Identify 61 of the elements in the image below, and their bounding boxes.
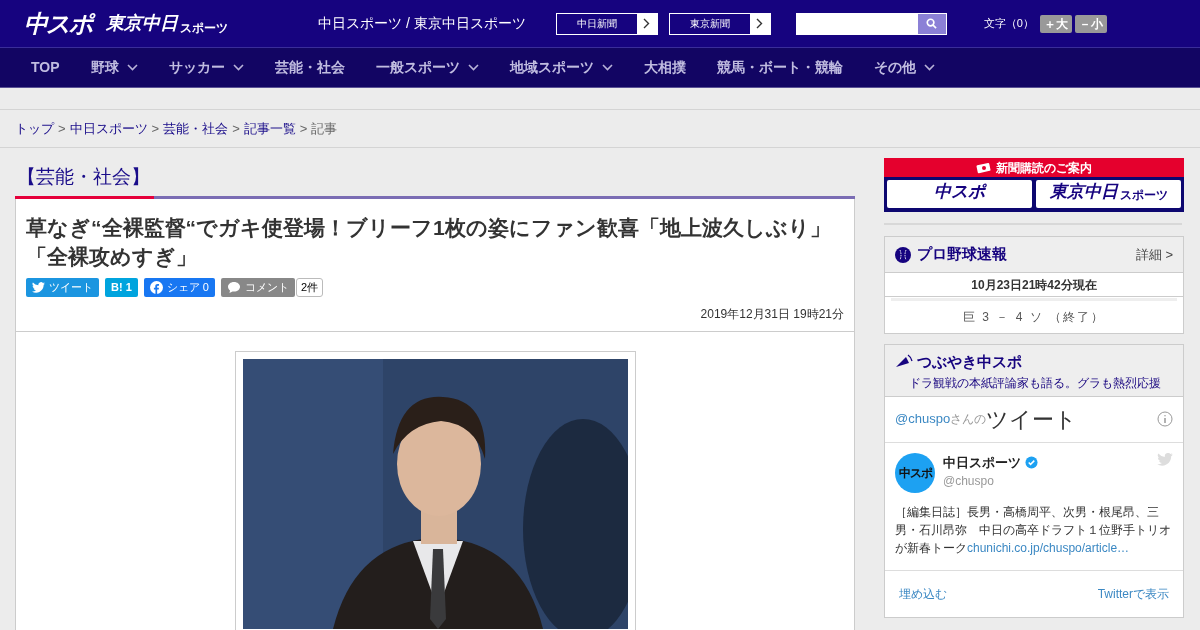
baseball-icon [895, 246, 911, 263]
panel-title: プロ野球速報 [917, 244, 1007, 265]
article-date: 2019年12月31日 19時21分 [699, 305, 844, 323]
newspaper-logo[interactable]: 中スポ [887, 180, 1032, 208]
breadcrumb-separator: > [232, 119, 240, 138]
nav-item[interactable]: 地域スポーツ [509, 57, 613, 78]
update-time: 10月23日21時42分現在 [885, 273, 1183, 297]
search-field[interactable] [795, 12, 947, 35]
info-icon[interactable] [1157, 411, 1173, 427]
chevron-down-icon [232, 64, 244, 71]
avatar-icon[interactable]: 中スポ [895, 452, 935, 493]
speech-bubble-icon [226, 280, 241, 294]
breadcrumb-link[interactable]: 中日スポーツ [69, 118, 148, 139]
nav-item[interactable]: TOP [31, 57, 60, 78]
ticket-icon [976, 161, 992, 174]
subscribe-title: 新聞購読のご案内 [996, 159, 1092, 177]
comment-button[interactable]: コメント [220, 277, 295, 297]
account-name[interactable]: 中日スポーツ [943, 452, 1021, 472]
tweet-link[interactable]: chunichi.co.jp/chuspo/article… [967, 540, 1130, 555]
breadcrumb-separator: > [299, 119, 308, 138]
nav-item[interactable]: その他 [873, 57, 935, 78]
nav-item[interactable]: 競馬・ボート・競輪 [716, 57, 843, 78]
chevron-right-icon [643, 18, 651, 29]
f-circle-icon [149, 280, 163, 294]
site-tagline: 中日スポーツ / 東京中日スポーツ [318, 14, 526, 33]
chevron-right-icon [756, 18, 764, 29]
article-title: 草なぎ“全裸監督“でガキ使登場！ブリーフ1枚の姿にファン歓喜「地上波久しぶり」「全裸攻めすぎ」 [26, 215, 832, 271]
breadcrumb-link[interactable]: 芸能・社会 [163, 118, 229, 139]
chevron-down-icon [467, 64, 479, 71]
search-icon [926, 18, 938, 29]
search-button[interactable] [917, 13, 946, 34]
chevron-down-icon [126, 64, 138, 71]
font-size-label: 文字（0） [983, 16, 1034, 32]
nav-item[interactable]: サッカー [168, 57, 244, 78]
details-link[interactable]: 詳細 > [1135, 244, 1173, 265]
view-on-twitter-link[interactable]: Twitterで表示 [1097, 584, 1169, 603]
breadcrumb-link[interactable]: トップ [15, 118, 54, 139]
embed-link[interactable]: 埋め込む [899, 584, 947, 603]
bird-icon [32, 281, 45, 293]
newspaper-link[interactable]: 中日新聞 [555, 12, 658, 35]
category-heading: 【芸能・社会】 [16, 164, 151, 189]
breadcrumb-separator: > [58, 119, 66, 138]
panel-title: つぶやき中スポ [917, 352, 1022, 372]
nav-item[interactable]: 大相撲 [643, 57, 686, 78]
share-button[interactable]: シェア 0 [143, 277, 215, 297]
timeline-heading: ツイート [986, 405, 1078, 434]
newspaper-link[interactable]: 東京新聞 [668, 12, 771, 35]
account-link[interactable]: @chuspo [895, 409, 951, 429]
tweet-text: ［編集日誌］長男・高橋周平、次男・根尾昂、三男・石川昂弥 中日の高卒ドラフト１位野手トリオが新春トークchunichi.co.jp/chuspo/article… [895, 503, 1172, 557]
nav-item[interactable]: 芸能・社会 [274, 57, 345, 78]
breadcrumb-link[interactable]: 記事一覧 [243, 118, 296, 139]
panel-subtitle: ドラ観戦の本紙評論家も語る。グラも熱烈応援 [908, 374, 1162, 392]
comment-count: 2件 [295, 277, 324, 297]
nav-item[interactable]: 一般スポーツ [375, 57, 479, 78]
account-suffix: さんの [950, 411, 987, 426]
chevron-down-icon [923, 64, 935, 71]
game-score: 巨 3 － 4 ソ （終了） [962, 309, 1106, 326]
chevron-down-icon [601, 64, 613, 71]
breadcrumb-current: 記事 [311, 119, 338, 138]
breadcrumb-separator: > [151, 119, 160, 138]
nav-item[interactable]: 野球 [90, 57, 138, 78]
